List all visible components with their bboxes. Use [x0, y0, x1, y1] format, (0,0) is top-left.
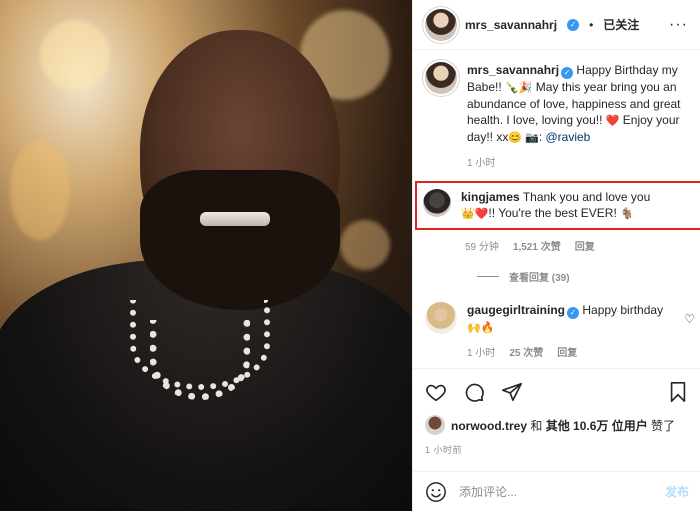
share-send-icon[interactable]	[501, 381, 523, 403]
comment-meta: 59 分钟 1,521 次赞 回复	[465, 238, 689, 253]
verified-badge-icon: ✓	[567, 307, 580, 319]
post-comment-button[interactable]: 发布	[665, 483, 689, 500]
comment-avatar[interactable]	[425, 302, 457, 334]
comment-composer: 添加评论... 发布	[413, 471, 700, 511]
more-options-icon[interactable]: ···	[669, 16, 688, 34]
gold-grill	[200, 212, 270, 226]
comment-likes[interactable]: 25 次赞	[509, 344, 543, 359]
comment-likes[interactable]: 1,521 次赞	[513, 238, 561, 253]
verified-badge-icon: ✓	[567, 18, 580, 31]
divider-line	[477, 276, 499, 277]
view-replies-toggle[interactable]: 查看回复 (39)	[477, 269, 689, 284]
bokeh-light	[340, 220, 390, 270]
caption-username[interactable]: mrs_savannahrj	[467, 63, 559, 77]
author-username[interactable]: mrs_savannahrj	[465, 18, 557, 32]
caption: mrs_savannahrj ✓ Happy Birthday my Babe!!…	[425, 62, 689, 169]
comment-avatar[interactable]	[423, 189, 451, 217]
comments-list: mrs_savannahrj ✓ Happy Birthday my Babe!!…	[413, 50, 700, 368]
like-comment-heart-icon[interactable]: ♡	[684, 312, 695, 326]
reply-button[interactable]: 回复	[575, 238, 595, 253]
emoji-smiley-icon[interactable]	[425, 481, 447, 503]
bokeh-light	[10, 140, 70, 240]
comment-text: gaugegirltraining ✓ Happy birthday 🙌🔥	[467, 303, 664, 334]
post-actions: norwood.trey 和 其他 10.6万 位用户 赞了 1 小时前	[413, 368, 700, 456]
comment-username[interactable]: kingjames	[461, 190, 520, 204]
following-button[interactable]: 已关注	[603, 16, 639, 33]
liker-avatar[interactable]	[425, 415, 445, 435]
comment-input[interactable]: 添加评论...	[459, 483, 653, 500]
comment-meta: 1 小时 25 次赞 回复	[467, 344, 683, 359]
person-beard	[140, 170, 340, 310]
post-header: mrs_savannahrj ✓ • 已关注 ···	[413, 0, 700, 50]
likes-count-link[interactable]: 其他 10.6万 位用户	[546, 419, 648, 433]
post-timestamp: 1 小时前	[425, 445, 463, 455]
verified-badge-icon: ✓	[561, 67, 574, 79]
caption-meta: 1 小时	[467, 154, 683, 169]
caption-avatar[interactable]	[425, 62, 457, 94]
caption-time: 1 小时	[467, 158, 496, 169]
save-bookmark-icon[interactable]	[667, 381, 689, 403]
post-side-panel: mrs_savannahrj ✓ • 已关注 ··· mrs_savannahr…	[412, 0, 700, 511]
author-avatar[interactable]	[425, 8, 457, 41]
reply-button[interactable]: 回复	[557, 344, 577, 359]
comment-username[interactable]: gaugegirltraining	[467, 303, 565, 317]
comment-gaugegirltraining: gaugegirltraining ✓ Happy birthday 🙌🔥 1 小…	[425, 302, 695, 359]
action-icons	[425, 379, 689, 405]
caption-text: mrs_savannahrj ✓ Happy Birthday my Babe!!…	[467, 63, 681, 144]
comment-kingjames: kingjames Thank you and love you 👑❤️!! Y…	[415, 181, 700, 230]
like-heart-icon[interactable]	[425, 381, 447, 403]
comment-text: kingjames Thank you and love you 👑❤️!! Y…	[461, 190, 651, 220]
instagram-post-modal: mrs_savannahrj ✓ • 已关注 ··· mrs_savannahr…	[0, 0, 700, 511]
comment-bubble-icon[interactable]	[463, 381, 485, 403]
mention-link[interactable]: : @ravieb	[539, 130, 591, 144]
likes-summary: norwood.trey 和 其他 10.6万 位用户 赞了	[425, 415, 689, 435]
necklace-chain	[150, 320, 250, 400]
post-photo[interactable]	[0, 0, 412, 511]
bokeh-light	[40, 20, 110, 90]
liker-username[interactable]: norwood.trey	[451, 419, 527, 433]
separator-dot: •	[589, 17, 594, 32]
